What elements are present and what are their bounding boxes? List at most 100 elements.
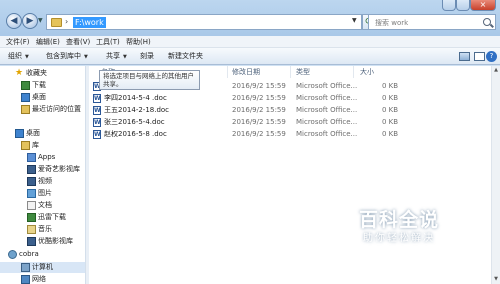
organize-button[interactable]: 组织 ▼ <box>8 51 29 61</box>
desktop-icon <box>15 129 24 138</box>
include-in-library-label: 包含到库中 <box>46 52 81 60</box>
sidebar-item-iqiyi-library[interactable]: 爱奇艺影视库 <box>0 164 85 175</box>
sidebar-item-apps[interactable]: Apps <box>0 152 85 163</box>
file-name: 李四2014-5-4 .doc <box>104 94 167 102</box>
share-button[interactable]: 共享 ▼ <box>106 51 127 61</box>
back-button[interactable]: ◀ <box>6 13 22 29</box>
breadcrumb-separator-icon[interactable]: › <box>65 17 68 26</box>
sidebar-item-label: 优酷影视库 <box>38 237 73 245</box>
file-row[interactable]: 张三2016-5-4.doc 2016/9/2 15:59 Microsoft … <box>89 117 491 128</box>
maximize-button[interactable] <box>456 0 470 11</box>
word-document-icon <box>93 105 101 116</box>
close-button[interactable]: × <box>470 0 496 11</box>
preview-pane-icon[interactable] <box>473 50 485 62</box>
sidebar-item-label: 文档 <box>38 201 52 209</box>
column-divider[interactable] <box>353 66 354 78</box>
menu-view[interactable]: 查看(V) <box>66 37 90 47</box>
apps-icon <box>27 153 36 162</box>
forward-button[interactable]: ▶ <box>22 13 38 29</box>
navigation-pane: ★ 收藏夹 下载 桌面 最近访问的位置 桌面 库 Apps 爱奇艺影视库 视频 … <box>0 66 86 284</box>
vertical-scrollbar[interactable]: ▲ ▼ <box>491 66 500 284</box>
video-library-icon <box>27 237 36 246</box>
file-date: 2016/9/2 15:59 <box>232 130 286 138</box>
sidebar-item-youku-library[interactable]: 优酷影视库 <box>0 236 85 247</box>
sidebar-item-computer[interactable]: 计算机 <box>0 262 85 273</box>
menu-tools[interactable]: 工具(T) <box>96 37 120 47</box>
menu-help[interactable]: 帮助(H) <box>126 37 151 47</box>
sidebar-item-label: 桌面 <box>32 93 46 101</box>
file-type: Microsoft Office... <box>296 82 358 90</box>
file-row[interactable]: 王五2014-2-18.doc 2016/9/2 15:59 Microsoft… <box>89 105 491 116</box>
sidebar-item-label: 桌面 <box>26 129 40 137</box>
chevron-down-icon: ▼ <box>84 54 88 60</box>
file-type: Microsoft Office... <box>296 106 358 114</box>
menu-file[interactable]: 文件(F) <box>6 37 30 47</box>
watermark-title: 百科全说 <box>358 209 439 231</box>
watermark-logo: 百科全说 助你轻松解决 <box>339 208 459 258</box>
sidebar-item-documents[interactable]: 文档 <box>0 200 85 211</box>
share-label: 共享 <box>106 52 120 60</box>
new-folder-button[interactable]: 新建文件夹 <box>168 51 203 61</box>
sidebar-item-favorites[interactable]: ★ 收藏夹 <box>0 68 85 79</box>
folder-icon <box>51 18 62 27</box>
menu-edit[interactable]: 编辑(E) <box>36 37 60 47</box>
column-divider[interactable] <box>290 66 291 78</box>
help-icon[interactable]: ? <box>486 51 497 62</box>
thunder-download-icon <box>27 213 36 222</box>
scroll-up-icon[interactable]: ▲ <box>492 66 500 75</box>
include-in-library-button[interactable]: 包含到库中 ▼ <box>46 51 88 61</box>
videos-icon <box>27 177 36 186</box>
title-bar: × ◀ ▶ ▼ › F:\work ▼ ⟳ <box>0 0 500 36</box>
file-row[interactable]: 赵权2016-5-8 .doc 2016/9/2 15:59 Microsoft… <box>89 129 491 140</box>
library-icon <box>21 141 30 150</box>
sidebar-item-label: cobra <box>19 250 39 258</box>
file-type: Microsoft Office... <box>296 94 358 102</box>
sidebar-item-cobra[interactable]: cobra <box>0 249 85 260</box>
music-icon <box>27 225 36 234</box>
column-header-size[interactable]: 大小 <box>360 66 374 78</box>
recent-places-icon <box>21 105 30 114</box>
command-bar: 组织 ▼ 包含到库中 ▼ 共享 ▼ 刻录 新建文件夹 ? <box>0 48 500 65</box>
file-size: 0 KB <box>382 118 399 126</box>
search-box[interactable] <box>368 14 496 30</box>
sidebar-item-thunder-downloads[interactable]: 迅雷下载 <box>0 212 85 223</box>
sidebar-item-label: 收藏夹 <box>26 69 47 77</box>
file-type: Microsoft Office... <box>296 130 358 138</box>
address-history-chevron-icon[interactable]: ▼ <box>352 17 357 24</box>
column-divider[interactable] <box>227 66 228 78</box>
minimize-button[interactable] <box>442 0 456 11</box>
sidebar-item-label: 下载 <box>32 81 46 89</box>
file-date: 2016/9/2 15:59 <box>232 106 286 114</box>
file-size: 0 KB <box>382 130 399 138</box>
recent-pages-chevron-icon[interactable]: ▼ <box>38 17 43 24</box>
search-input[interactable] <box>375 17 475 28</box>
file-size: 0 KB <box>382 94 399 102</box>
sidebar-item-desktop-favorite[interactable]: 桌面 <box>0 92 85 103</box>
video-library-icon <box>27 165 36 174</box>
file-row[interactable]: 李四2014-5-4 .doc 2016/9/2 15:59 Microsoft… <box>89 93 491 104</box>
change-view-icon[interactable] <box>458 50 470 62</box>
sidebar-item-libraries[interactable]: 库 <box>0 140 85 151</box>
sidebar-item-label: 爱奇艺影视库 <box>38 165 80 173</box>
column-header-date[interactable]: 修改日期 <box>232 66 260 78</box>
burn-button[interactable]: 刻录 <box>140 51 154 61</box>
sidebar-item-downloads[interactable]: 下载 <box>0 80 85 91</box>
file-name: 赵权2016-5-8 .doc <box>104 130 167 138</box>
search-icon[interactable] <box>483 18 491 26</box>
sidebar-item-label: 迅雷下载 <box>38 213 66 221</box>
scroll-down-icon[interactable]: ▼ <box>492 275 500 284</box>
file-size: 0 KB <box>382 106 399 114</box>
sidebar-item-label: 音乐 <box>38 225 52 233</box>
sidebar-item-label: Apps <box>38 153 56 161</box>
share-tooltip: 将选定项目与网络上的其他用户共享。 <box>99 70 200 90</box>
user-icon <box>8 250 17 259</box>
sidebar-item-network[interactable]: 网络 <box>0 274 85 284</box>
sidebar-item-music[interactable]: 音乐 <box>0 224 85 235</box>
sidebar-item-desktop[interactable]: 桌面 <box>0 128 85 139</box>
sidebar-item-pictures[interactable]: 图片 <box>0 188 85 199</box>
address-bar[interactable]: › F:\work <box>46 14 362 30</box>
sidebar-item-recent-places[interactable]: 最近访问的位置 <box>0 104 85 115</box>
column-header-type[interactable]: 类型 <box>296 66 310 78</box>
sidebar-item-videos[interactable]: 视频 <box>0 176 85 187</box>
address-path[interactable]: F:\work <box>73 17 106 28</box>
